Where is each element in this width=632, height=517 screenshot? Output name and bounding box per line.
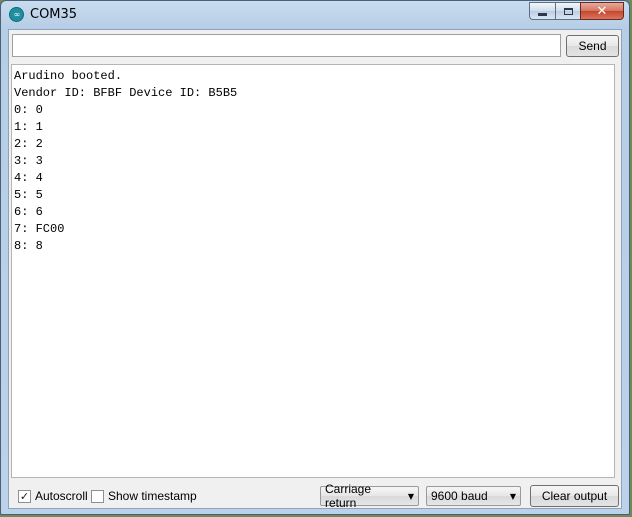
serial-monitor-body: Send Arudino booted. Vendor ID: BFBF Devi… [8,29,622,510]
send-button[interactable]: Send [566,35,619,57]
maximize-icon [563,7,573,15]
maximize-button[interactable] [555,2,580,20]
output-line: 5: 5 [14,188,43,202]
bottom-bar: ✓ Autoscroll Show timestamp Carriage ret… [9,482,621,510]
output-line: 4: 4 [14,171,43,185]
clear-output-button[interactable]: Clear output [530,485,619,507]
chevron-down-icon: ▼ [509,491,516,501]
output-line: 3: 3 [14,154,43,168]
line-ending-select[interactable]: Carriage return ▼ [320,482,419,510]
line-ending-value: Carriage return [325,482,372,510]
output-line: Arudino booted. [14,69,123,83]
output-line: 7: FC00 [14,222,65,236]
output-line: 1: 1 [14,120,43,134]
window-title: COM35 [30,7,78,22]
output-line: 8: 8 [14,239,43,253]
title-bar[interactable]: ∞ COM35 ✕ [1,1,629,29]
baud-rate-value: 9600 baud [431,489,488,503]
window-controls: ✕ [529,2,624,20]
serial-monitor-window: ∞ COM35 ✕ Send Arudino booted. Vendor ID:… [0,0,630,515]
output-line: 0: 0 [14,103,43,117]
serial-output-area[interactable]: Arudino booted. Vendor ID: BFBF Device ID… [11,64,615,478]
show-timestamp-label: Show timestamp [108,489,197,503]
output-line: 6: 6 [14,205,43,219]
timestamp-check-icon[interactable] [91,489,104,503]
autoscroll-label: Autoscroll [35,489,88,503]
autoscroll-check-icon[interactable]: ✓ [18,489,31,503]
autoscroll-checkbox[interactable]: ✓ Autoscroll [18,489,88,503]
serial-send-input[interactable] [12,34,561,57]
show-timestamp-checkbox[interactable]: Show timestamp [91,489,197,503]
baud-rate-select[interactable]: 9600 baud ▼ [426,486,521,506]
output-line: 2: 2 [14,137,43,151]
chevron-down-icon: ▼ [407,491,414,501]
minimize-icon [538,12,547,16]
close-button[interactable]: ✕ [580,2,624,20]
close-icon: ✕ [596,3,608,19]
arduino-infinity-icon: ∞ [9,7,24,22]
minimize-button[interactable] [529,2,555,20]
output-line: Vendor ID: BFBF Device ID: B5B5 [14,86,238,100]
